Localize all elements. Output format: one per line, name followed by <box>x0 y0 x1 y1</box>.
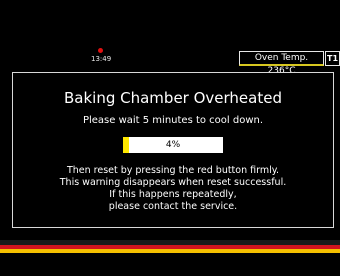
cooldown-progress-bar: 4% <box>123 137 223 153</box>
dialog-subtitle: Please wait 5 minutes to cool down. <box>82 115 264 126</box>
stripe-gold <box>0 249 340 253</box>
alarm-indicator-icon <box>98 48 103 53</box>
status-bar: 13:49 Oven Temp. 236°C T1 <box>0 0 340 76</box>
dialog-title: Baking Chamber Overheated <box>64 89 282 107</box>
instruction-line: This warning disappears when reset succe… <box>59 177 287 188</box>
progress-label: 4% <box>165 140 181 150</box>
overheat-warning-dialog: Baking Chamber Overheated Please wait 5 … <box>12 72 334 228</box>
instruction-line: please contact the service. <box>108 201 238 212</box>
instruction-line: If this happens repeatedly, <box>109 189 237 200</box>
oven-temperature-display[interactable]: Oven Temp. 236°C <box>239 51 324 76</box>
dialog-instructions: Then reset by pressing the red button fi… <box>13 165 333 213</box>
instruction-line: Then reset by pressing the red button fi… <box>66 165 280 176</box>
clock: 13:49 <box>91 55 112 63</box>
timer-badge[interactable]: T1 <box>325 51 340 66</box>
